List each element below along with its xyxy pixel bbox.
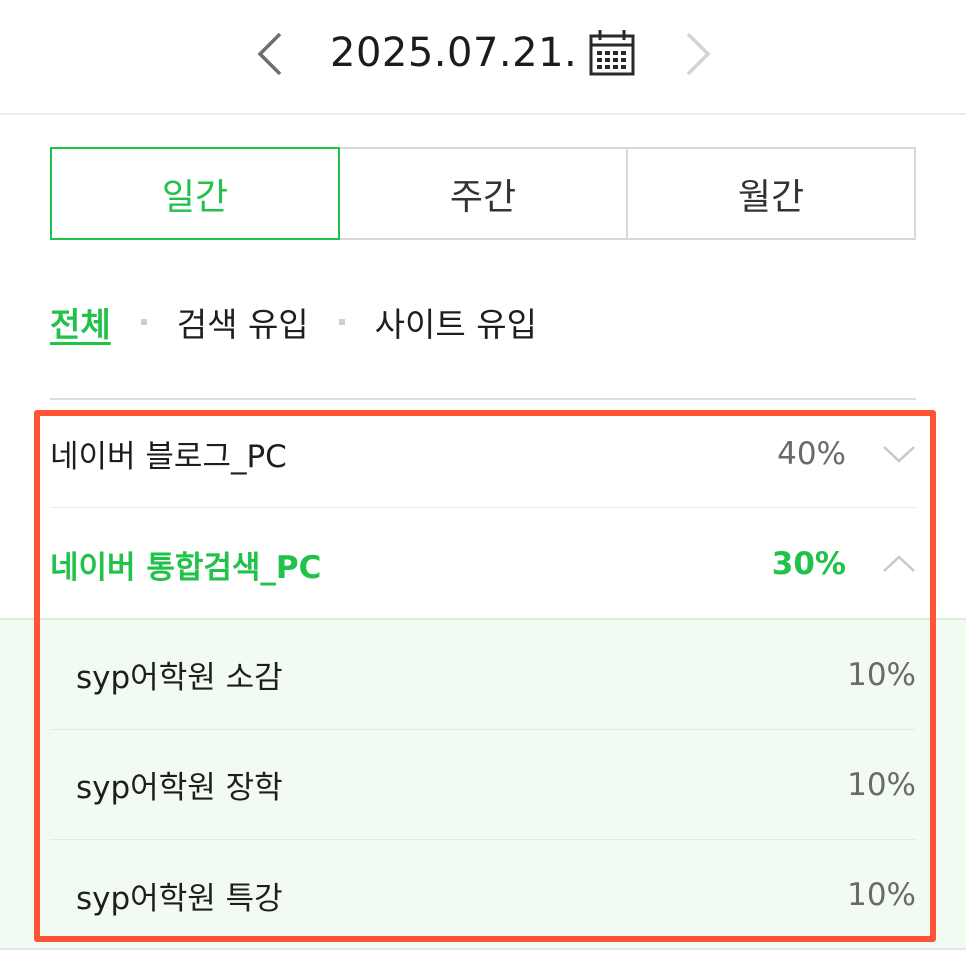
filter-separator (140, 319, 147, 325)
list-item[interactable]: 네이버 통합검색_PC 30% (50, 510, 916, 618)
sub-list-item-percent: 10% (847, 766, 916, 803)
next-date-button[interactable] (674, 28, 722, 80)
chevron-up-icon (883, 555, 915, 572)
filter-separator (338, 319, 345, 325)
date-navigation: 2025.07.21. (0, 0, 966, 112)
list-item-label: 네이버 통합검색_PC (50, 549, 322, 586)
header-divider (0, 113, 966, 115)
tab-daily[interactable]: 일간 (50, 147, 340, 240)
filter-all[interactable]: 전체 (50, 298, 111, 346)
chevron-left-icon (257, 32, 282, 76)
sub-list-item-label: syp어학원 소감 (76, 660, 283, 696)
sub-list-item-label: syp어학원 장학 (76, 770, 283, 806)
collapse-button[interactable] (882, 547, 916, 581)
calendar-button[interactable] (586, 27, 638, 79)
tab-weekly[interactable]: 주간 (340, 147, 628, 240)
filter-search-inflow[interactable]: 검색 유입 (177, 298, 309, 346)
sub-list-item-percent: 10% (847, 656, 916, 693)
sub-list-item-label: syp어학원 특강 (76, 880, 283, 917)
current-date: 2025.07.21. (330, 30, 578, 76)
list-item[interactable]: 네이버 블로그_PC 40% (50, 400, 916, 508)
inflow-filters: 전체 검색 유입 사이트 유입 (50, 296, 537, 348)
chevron-down-icon (883, 445, 915, 463)
previous-date-button[interactable] (246, 28, 294, 80)
sub-list-item-percent: 10% (847, 877, 916, 913)
sub-list-item: syp어학원 소감 10% (50, 620, 916, 730)
sub-list: syp어학원 소감 10% syp어학원 장학 10% syp어학원 특강 10… (0, 618, 966, 948)
bottom-divider (0, 948, 966, 950)
filter-site-inflow[interactable]: 사이트 유입 (375, 298, 537, 346)
expand-button[interactable] (882, 437, 916, 471)
sub-list-item: syp어학원 특강 10% (50, 840, 916, 950)
sub-list-item: syp어학원 장학 10% (50, 730, 916, 840)
list-item-percent: 40% (777, 435, 846, 472)
list-item-percent: 30% (771, 546, 846, 582)
calendar-icon (589, 30, 635, 76)
period-tabs: 일간 주간 월간 (50, 147, 916, 240)
tab-monthly[interactable]: 월간 (628, 147, 916, 240)
list-item-label: 네이버 블로그_PC (50, 439, 287, 475)
chevron-right-icon (686, 32, 711, 76)
